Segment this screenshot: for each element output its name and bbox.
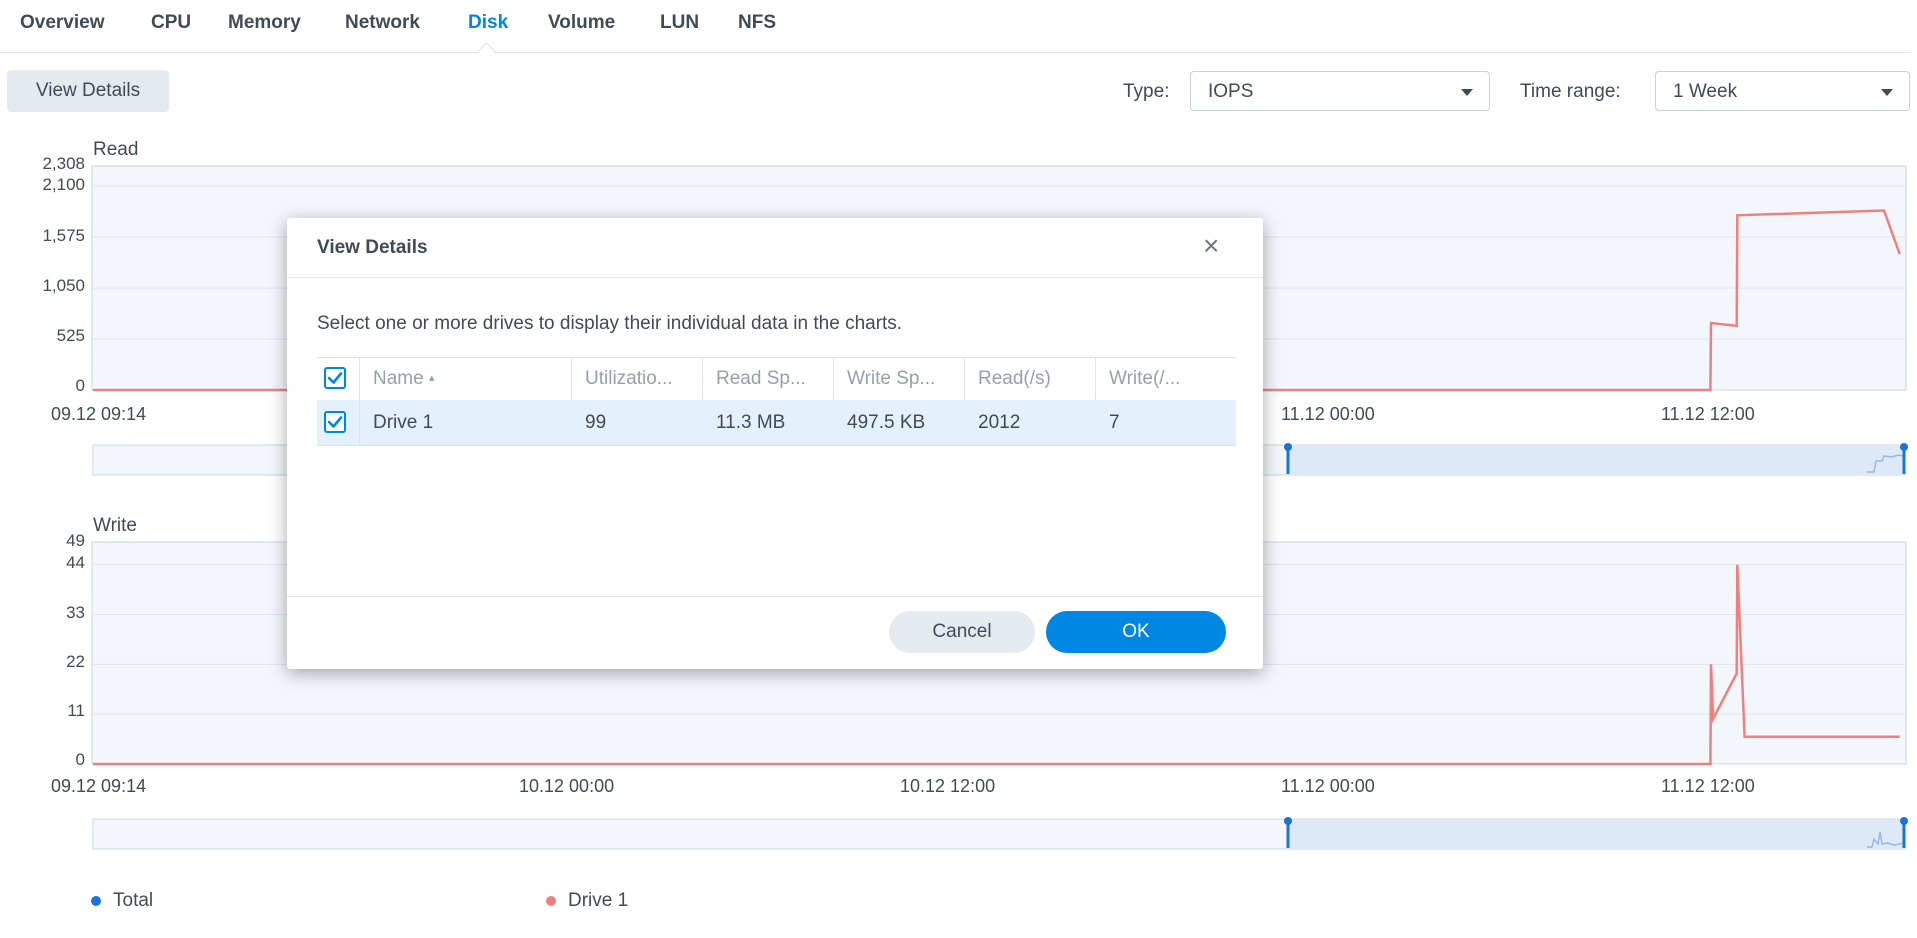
y-tick: 2,308	[42, 154, 85, 173]
view-details-dialog: View Details × Select one or more drives…	[287, 218, 1263, 669]
y-tick: 22	[66, 652, 85, 671]
tab-memory[interactable]: Memory	[228, 12, 301, 34]
chevron-down-icon	[1461, 89, 1473, 96]
y-tick: 44	[66, 553, 85, 572]
column-divider	[359, 400, 360, 445]
type-select-value: IOPS	[1208, 81, 1254, 102]
y-tick: 1,575	[42, 226, 85, 245]
x-tick: 10.12 00:00	[519, 776, 615, 796]
column-header-read-speed[interactable]: Read Sp...	[716, 368, 806, 390]
column-header-name[interactable]: Name ▴	[373, 368, 435, 390]
x-tick: 10.12 12:00	[900, 776, 996, 796]
time-range-select[interactable]: 1 Week	[1655, 71, 1910, 111]
x-tick: 09.12 09:14	[51, 776, 147, 796]
dialog-title: View Details	[317, 237, 428, 258]
tab-disk[interactable]: Disk	[468, 12, 508, 34]
tab-bar: Overview CPU Memory Network Disk Volume …	[0, 0, 1910, 61]
cell-write-speed: 497.5 KB	[847, 412, 926, 433]
y-tick: 49	[66, 531, 85, 550]
y-tick: 33	[66, 603, 85, 622]
column-header-write-iops[interactable]: Write(/...	[1109, 368, 1180, 390]
type-label: Type:	[1123, 81, 1170, 102]
tab-overview[interactable]: Overview	[20, 12, 105, 34]
time-range-label: Time range:	[1520, 81, 1621, 102]
column-header-read-iops[interactable]: Read(/s)	[978, 368, 1051, 390]
column-divider	[359, 358, 360, 400]
column-header-utilization[interactable]: Utilizatio...	[585, 368, 673, 390]
column-header-write-speed[interactable]: Write Sp...	[847, 368, 935, 390]
divider	[287, 277, 1263, 278]
column-divider	[571, 358, 572, 400]
tab-volume[interactable]: Volume	[548, 12, 615, 34]
chart-title-read: Read	[93, 139, 139, 160]
tab-network[interactable]: Network	[345, 12, 420, 34]
row-checkbox[interactable]	[324, 411, 346, 433]
x-tick: 09.12 09:14	[51, 404, 147, 424]
column-divider	[1095, 358, 1096, 400]
column-divider	[964, 358, 965, 400]
y-tick: 0	[75, 376, 85, 395]
legend-dot-total	[91, 896, 101, 906]
dialog-description: Select one or more drives to display the…	[317, 313, 903, 334]
column-header-name-label: Name	[373, 368, 424, 389]
legend-label-drive-1[interactable]: Drive 1	[568, 890, 628, 912]
time-range-select-value: 1 Week	[1673, 81, 1738, 102]
type-select[interactable]: IOPS	[1190, 71, 1490, 111]
x-tick: 11.12 12:00	[1661, 404, 1755, 424]
close-icon[interactable]: ×	[1203, 232, 1219, 260]
tab-nfs[interactable]: NFS	[738, 12, 776, 34]
column-divider	[702, 358, 703, 400]
table-row[interactable]: Drive 1 99 11.3 MB 497.5 KB 2012 7	[317, 400, 1236, 446]
column-divider	[833, 358, 834, 400]
write-range-navigator[interactable]	[92, 817, 1908, 850]
chevron-down-icon	[1881, 89, 1893, 96]
view-details-button[interactable]: View Details	[7, 70, 169, 112]
cell-read-speed: 11.3 MB	[716, 412, 786, 433]
x-tick: 11.12 12:00	[1661, 776, 1755, 796]
chart-title-write: Write	[93, 515, 137, 536]
tab-lun[interactable]: LUN	[660, 12, 699, 34]
cell-read-iops: 2012	[978, 412, 1021, 433]
y-tick: 11	[67, 701, 85, 720]
active-tab-indicator	[477, 42, 496, 61]
select-all-checkbox[interactable]	[324, 367, 346, 389]
cancel-button[interactable]: Cancel	[889, 611, 1035, 653]
selected-range	[1288, 819, 1905, 849]
x-tick: 11.12 00:00	[1281, 776, 1375, 796]
selected-range	[1288, 445, 1905, 475]
cell-write-iops: 7	[1109, 412, 1120, 433]
tab-cpu[interactable]: CPU	[151, 12, 191, 34]
cell-utilization: 99	[585, 412, 607, 433]
cell-name: Drive 1	[373, 412, 434, 433]
legend-dot-drive-1	[546, 896, 556, 906]
ok-button[interactable]: OK	[1046, 611, 1226, 653]
y-tick: 525	[56, 326, 85, 345]
drive-table-header: Name ▴ Utilizatio... Read Sp... Write Sp…	[317, 357, 1236, 401]
y-tick: 2,100	[42, 175, 85, 194]
x-tick: 11.12 00:00	[1281, 404, 1375, 424]
y-tick: 1,050	[42, 276, 85, 295]
legend-label-total[interactable]: Total	[113, 890, 153, 912]
sort-ascending-icon: ▴	[428, 372, 435, 384]
divider	[287, 596, 1263, 597]
y-tick: 0	[75, 750, 85, 769]
